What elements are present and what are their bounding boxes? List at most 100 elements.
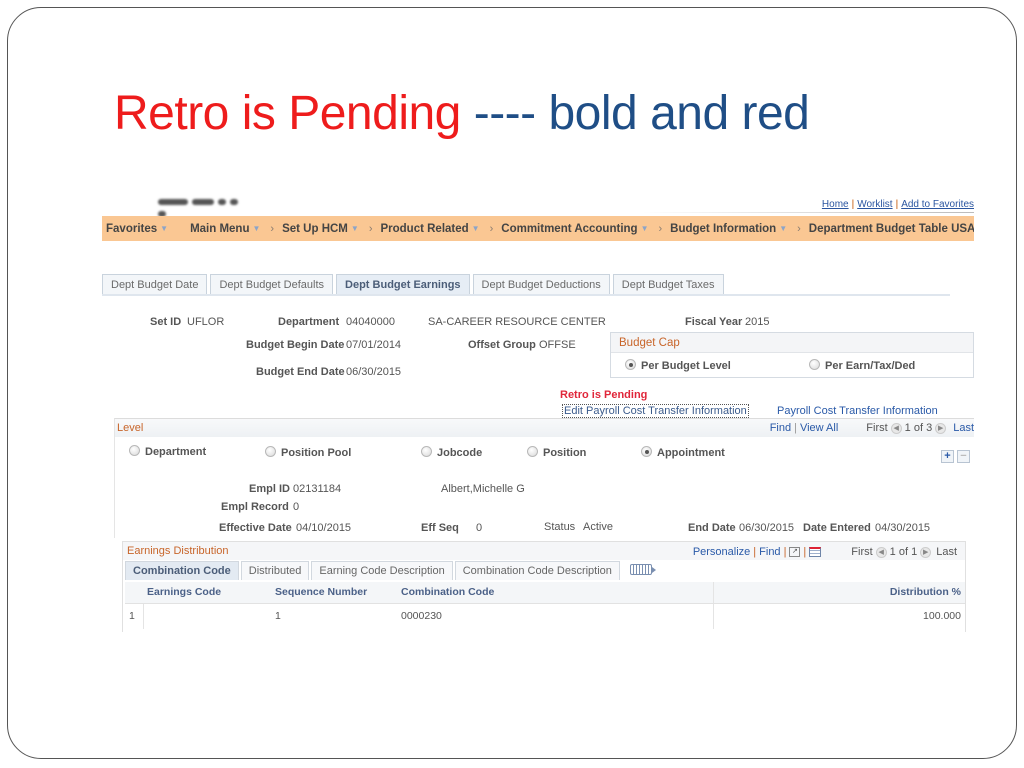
- tab-combination-code[interactable]: Combination Code: [125, 561, 239, 580]
- breadcrumb-arrow-icon: ›: [368, 222, 373, 235]
- table-row: 1 1 0000230 100.000: [125, 603, 965, 629]
- add-row-icon[interactable]: +: [941, 450, 954, 463]
- per-budget-level-option[interactable]: Per Budget Level: [625, 359, 731, 372]
- breadcrumb-arrow-icon: ›: [797, 222, 801, 235]
- earnings-grid-nav: Personalize | Find | ↗ | First ◀ 1 of 1 ▶ L…: [692, 546, 957, 558]
- radio-unselected-icon[interactable]: [527, 446, 538, 457]
- level-option-jobcode[interactable]: Jobcode: [421, 446, 482, 459]
- favorites-label: Favorites: [106, 222, 158, 235]
- show-all-columns-icon[interactable]: [629, 564, 656, 575]
- breadcrumb-label: Set Up HCM: [282, 222, 348, 235]
- breadcrumb-product-related[interactable]: Product Related ▼: [376, 223, 483, 235]
- col-header-sequence-number[interactable]: Sequence Number: [271, 582, 397, 604]
- main-menu[interactable]: Main Menu ▼: [186, 223, 264, 235]
- status-value: Active: [583, 521, 613, 533]
- empl-record-value: 0: [293, 501, 300, 513]
- breadcrumb-department-budget-table[interactable]: Department Budget Table USA: [805, 223, 974, 235]
- employee-name: Albert,Michelle G: [441, 483, 525, 495]
- payroll-cost-transfer-link[interactable]: Payroll Cost Transfer Information: [777, 405, 938, 417]
- earnings-tabs: Combination Code Distributed Earning Cod…: [125, 561, 656, 580]
- radio-unselected-icon[interactable]: [129, 445, 140, 456]
- edit-payroll-cost-transfer-link[interactable]: Edit Payroll Cost Transfer Information: [562, 404, 749, 418]
- effective-date-value: 04/10/2015: [296, 522, 352, 534]
- budget-begin-date-label: Budget Begin Date: [246, 339, 345, 351]
- tab-dept-budget-earnings[interactable]: Dept Budget Earnings: [336, 274, 470, 295]
- fiscal-year-value: 2015: [745, 316, 770, 328]
- next-icon[interactable]: ▶: [920, 546, 932, 558]
- budget-cap-title: Budget Cap: [611, 333, 973, 353]
- chevron-down-icon: ▼: [160, 224, 169, 233]
- download-spreadsheet-icon[interactable]: [809, 547, 822, 557]
- tab-combination-code-description[interactable]: Combination Code Description: [454, 561, 620, 580]
- view-all-link[interactable]: View All: [800, 422, 838, 434]
- level-option-appointment[interactable]: Appointment: [641, 446, 725, 459]
- next-icon[interactable]: ▶: [935, 422, 947, 434]
- setid-label: Set ID: [150, 316, 182, 328]
- slide-title-red: Retro is Pending: [114, 87, 461, 140]
- per-earn-tax-ded-option[interactable]: Per Earn/Tax/Ded: [809, 359, 915, 372]
- level-option-department[interactable]: Department: [129, 445, 206, 458]
- add-to-favorites-link[interactable]: Add to Favorites: [901, 199, 974, 210]
- tab-earning-code-description[interactable]: Earning Code Description: [311, 561, 453, 580]
- status-label: Status: [544, 521, 576, 533]
- breadcrumb-label: Budget Information: [670, 222, 777, 235]
- col-header-distribution-pct[interactable]: Distribution %: [712, 582, 965, 604]
- cell-combination-code[interactable]: 0000230: [397, 603, 713, 629]
- level-grid-nav: Find | View All First ◀ 1 of 3 ▶ Last: [769, 422, 974, 434]
- tab-dept-budget-defaults[interactable]: Dept Budget Defaults: [210, 274, 334, 295]
- level-option-position-pool[interactable]: Position Pool: [265, 446, 351, 459]
- cell-sequence-number: 1: [275, 610, 281, 623]
- breadcrumb-arrow-icon: ›: [658, 222, 663, 235]
- earnings-distribution-grid: Earnings Distribution Personalize | Find |…: [122, 541, 966, 632]
- option-label: Per Earn/Tax/Ded: [825, 360, 916, 372]
- chevron-down-icon: ▼: [471, 224, 480, 233]
- effective-date-label: Effective Date: [219, 522, 292, 534]
- tab-dept-budget-taxes[interactable]: Dept Budget Taxes: [612, 274, 724, 295]
- cell-earnings-code[interactable]: [143, 603, 271, 629]
- find-link[interactable]: Find: [759, 546, 780, 558]
- radio-selected-icon[interactable]: [641, 446, 652, 457]
- option-label: Jobcode: [437, 447, 483, 459]
- row-controls: + −: [941, 450, 970, 463]
- radio-selected-icon[interactable]: [625, 359, 636, 370]
- tab-distributed[interactable]: Distributed: [240, 561, 310, 580]
- previous-icon[interactable]: ◀: [890, 422, 902, 434]
- col-header-combination-code[interactable]: Combination Code: [397, 582, 713, 604]
- cell-distribution-pct[interactable]: 100.000: [712, 603, 965, 629]
- worklist-link[interactable]: Worklist: [857, 199, 892, 210]
- breadcrumb-arrow-icon: ›: [270, 222, 275, 235]
- cell-row-number: 1: [125, 603, 144, 629]
- budget-cap-group: Budget Cap Per Budget Level Per Earn/Tax…: [610, 332, 974, 378]
- last-link[interactable]: Last: [953, 422, 974, 434]
- main-menu-label: Main Menu: [190, 222, 250, 235]
- chevron-down-icon: ▼: [252, 224, 261, 233]
- chevron-down-icon: ▼: [350, 224, 359, 233]
- level-option-position[interactable]: Position: [527, 446, 586, 459]
- radio-unselected-icon[interactable]: [265, 446, 276, 457]
- offset-group-label: Offset Group: [468, 339, 536, 351]
- personalize-link[interactable]: Personalize: [693, 546, 750, 558]
- new-window-icon[interactable]: ↗: [789, 547, 801, 557]
- tab-dept-budget-date[interactable]: Dept Budget Date: [102, 274, 208, 295]
- radio-unselected-icon[interactable]: [421, 446, 432, 457]
- radio-unselected-icon[interactable]: [809, 359, 820, 370]
- empl-id-value: 02131184: [293, 483, 342, 495]
- col-header-earnings-code[interactable]: Earnings Code: [143, 582, 271, 604]
- slide-title-blue: ---- bold and red: [460, 87, 810, 140]
- delete-row-icon[interactable]: −: [957, 450, 970, 463]
- option-label: Appointment: [657, 447, 725, 459]
- favorites-menu[interactable]: Favorites ▼: [102, 223, 172, 235]
- pager-count: 1 of 3: [904, 422, 933, 434]
- breadcrumb-label: Product Related: [380, 222, 469, 235]
- logo: [158, 196, 253, 217]
- chevron-down-icon: ▼: [640, 224, 649, 233]
- tab-dept-budget-deductions[interactable]: Dept Budget Deductions: [472, 274, 610, 295]
- previous-icon[interactable]: ◀: [875, 546, 887, 558]
- find-link[interactable]: Find: [770, 422, 791, 434]
- slide-title: Retro is Pending ---- bold and red: [114, 86, 810, 141]
- breadcrumb-set-up-hcm[interactable]: Set Up HCM ▼: [278, 223, 363, 235]
- breadcrumb-budget-information[interactable]: Budget Information ▼: [666, 223, 791, 235]
- option-label: Position Pool: [281, 447, 352, 459]
- breadcrumb-commitment-accounting[interactable]: Commitment Accounting ▼: [497, 223, 652, 235]
- home-link[interactable]: Home: [822, 199, 849, 210]
